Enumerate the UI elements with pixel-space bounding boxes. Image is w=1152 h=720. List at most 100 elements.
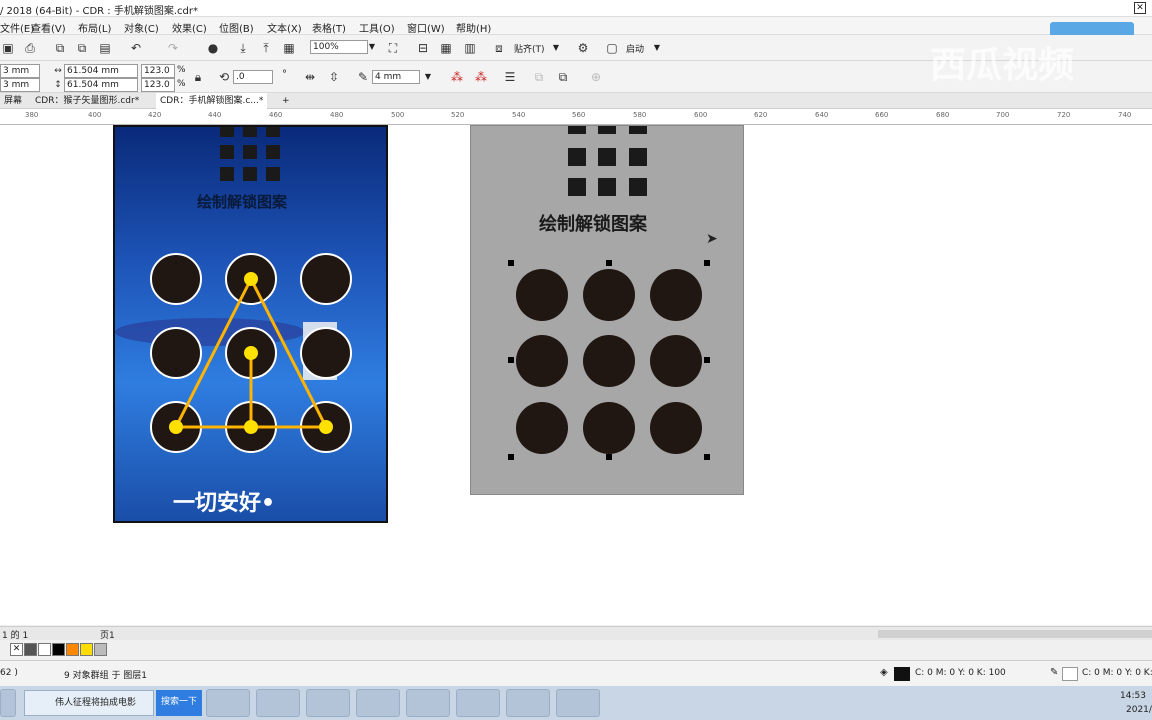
pattern-dot[interactable]	[516, 402, 568, 454]
page-tab[interactable]: 页1	[100, 628, 115, 641]
weld-icon[interactable]: ⧉	[531, 69, 547, 85]
zoom-level-field[interactable]: 100%	[310, 40, 368, 54]
menu-help[interactable]: 帮助(H)	[456, 20, 491, 35]
menu-view[interactable]: 查看(V)	[31, 20, 66, 35]
rulers-icon[interactable]: ⊟	[415, 40, 431, 56]
selection-handle[interactable]	[704, 454, 710, 460]
browser-icon[interactable]	[306, 689, 350, 717]
launch-dropdown-icon[interactable]: ▼	[652, 41, 662, 55]
ie-browser-task[interactable]: 伟人征程将拍成电影	[24, 690, 154, 716]
paste-icon[interactable]: ▤	[97, 40, 113, 56]
color-swatch[interactable]	[38, 643, 51, 656]
fill-color-swatch[interactable]	[894, 667, 910, 681]
pattern-dot[interactable]	[516, 335, 568, 387]
mirror-horizontal-icon[interactable]: ⇹	[302, 69, 318, 85]
y-position-field[interactable]: 3 mm	[0, 78, 40, 92]
break-apart-icon[interactable]: ⁂	[473, 69, 489, 85]
zoom-dropdown-icon[interactable]: ▼	[367, 40, 377, 54]
phone-icon[interactable]	[456, 689, 500, 717]
recorder-icon[interactable]	[506, 689, 550, 717]
launch-icon[interactable]: ▢	[604, 40, 620, 56]
menu-tools[interactable]: 工具(O)	[359, 20, 395, 35]
wechat-icon[interactable]	[356, 689, 400, 717]
guidelines-icon[interactable]: ▥	[462, 40, 478, 56]
import-icon[interactable]: ⧉	[52, 40, 68, 56]
height-field[interactable]: 61.504 mm	[64, 78, 138, 92]
selection-handle[interactable]	[606, 454, 612, 460]
add-preset-icon[interactable]: ⊕	[588, 69, 604, 85]
menu-object[interactable]: 对象(C)	[124, 20, 159, 35]
mirror-vertical-icon[interactable]: ⇳	[326, 69, 342, 85]
combine-icon[interactable]: ⁂	[449, 69, 465, 85]
search-content-icon[interactable]: ●	[205, 40, 221, 56]
publish-pdf-icon[interactable]: ▦	[281, 40, 297, 56]
finished-artwork[interactable]: 绘制解锁图案 一切安好•	[113, 125, 388, 523]
lock-ratio-icon[interactable]: 🔒︎	[190, 69, 206, 85]
outline-color-swatch[interactable]	[1062, 667, 1078, 681]
horizontal-scrollbar[interactable]	[878, 630, 1152, 638]
selection-handle[interactable]	[704, 260, 710, 266]
pattern-dot[interactable]	[650, 335, 702, 387]
horizontal-ruler[interactable]: 380 400 420 440 460 480 500 520 540 560 …	[0, 109, 1152, 125]
tab-unlock-doc[interactable]: CDR：手机解锁图案.c...*	[156, 93, 268, 109]
color-swatch[interactable]	[94, 643, 107, 656]
save-icon[interactable]: ▣	[0, 40, 16, 56]
options-gear-icon[interactable]: ⚙	[575, 40, 591, 56]
selection-handle[interactable]	[508, 357, 514, 363]
print-icon[interactable]: ⎙	[22, 40, 38, 56]
redo-icon[interactable]: ↷	[165, 40, 181, 56]
pattern-dot[interactable]	[516, 269, 568, 321]
x-position-field[interactable]: 3 mm	[0, 64, 40, 78]
menu-layout[interactable]: 布局(L)	[78, 20, 111, 35]
copy-icon[interactable]: ⧉	[74, 40, 90, 56]
menu-text[interactable]: 文本(X)	[267, 20, 302, 35]
snap-to-menu[interactable]: 贴齐(T)	[514, 42, 545, 55]
rotation-angle-field[interactable]: .0	[233, 70, 273, 84]
color-swatch[interactable]	[66, 643, 79, 656]
scale-x-field[interactable]: 123.0	[141, 64, 175, 78]
scale-y-field[interactable]: 123.0	[141, 78, 175, 92]
color-swatch[interactable]	[80, 643, 93, 656]
full-screen-icon[interactable]: ⛶	[385, 40, 401, 56]
explorer-icon[interactable]	[256, 689, 300, 717]
trim-icon[interactable]: ⧉	[555, 69, 571, 85]
search-button[interactable]: 搜索一下	[156, 690, 202, 716]
menu-bitmap[interactable]: 位图(B)	[219, 20, 254, 35]
selection-handle[interactable]	[606, 260, 612, 266]
import-down-icon[interactable]: ⤓	[235, 40, 251, 56]
pattern-dot[interactable]	[650, 269, 702, 321]
menu-file[interactable]: 文件(E)	[0, 20, 34, 35]
undo-icon[interactable]: ↶	[128, 40, 144, 56]
no-color-icon[interactable]: ✕	[10, 643, 23, 656]
pattern-dot[interactable]	[583, 402, 635, 454]
color-swatch[interactable]	[52, 643, 65, 656]
app-icon[interactable]	[556, 689, 600, 717]
tab-welcome[interactable]: 屏幕	[0, 93, 26, 109]
width-field[interactable]: 61.504 mm	[64, 64, 138, 78]
tab-monkey-doc[interactable]: CDR：猴子矢量图形.cdr*	[31, 93, 143, 109]
snap-icon[interactable]: ⧈	[491, 40, 507, 56]
menu-table[interactable]: 表格(T)	[312, 20, 346, 35]
start-button[interactable]	[0, 689, 16, 717]
launch-menu[interactable]: 启动	[626, 42, 644, 55]
grid-icon[interactable]: ▦	[438, 40, 454, 56]
selection-handle[interactable]	[508, 260, 514, 266]
menu-window[interactable]: 窗口(W)	[407, 20, 445, 35]
close-button[interactable]: ✕	[1134, 2, 1146, 14]
pattern-dot[interactable]	[583, 269, 635, 321]
text-wrap-icon[interactable]: ☰	[502, 69, 518, 85]
snap-dropdown-icon[interactable]: ▼	[551, 41, 561, 55]
outline-dropdown-icon[interactable]: ▼	[423, 70, 433, 84]
ie-icon[interactable]	[206, 689, 250, 717]
outline-width-field[interactable]: 4 mm	[372, 70, 420, 84]
new-tab-button[interactable]: +	[278, 93, 294, 109]
menu-effects[interactable]: 效果(C)	[172, 20, 207, 35]
color-swatch[interactable]	[24, 643, 37, 656]
drawing-canvas[interactable]: 绘制解锁图案 一切安好• 绘制解锁图案 ➤	[0, 125, 1152, 625]
pattern-dot[interactable]	[583, 335, 635, 387]
working-artwork[interactable]: 绘制解锁图案	[470, 125, 744, 495]
export-up-icon[interactable]: ⤒	[258, 40, 274, 56]
selection-handle[interactable]	[508, 454, 514, 460]
coreldraw-icon[interactable]	[406, 689, 450, 717]
selection-handle[interactable]	[704, 357, 710, 363]
